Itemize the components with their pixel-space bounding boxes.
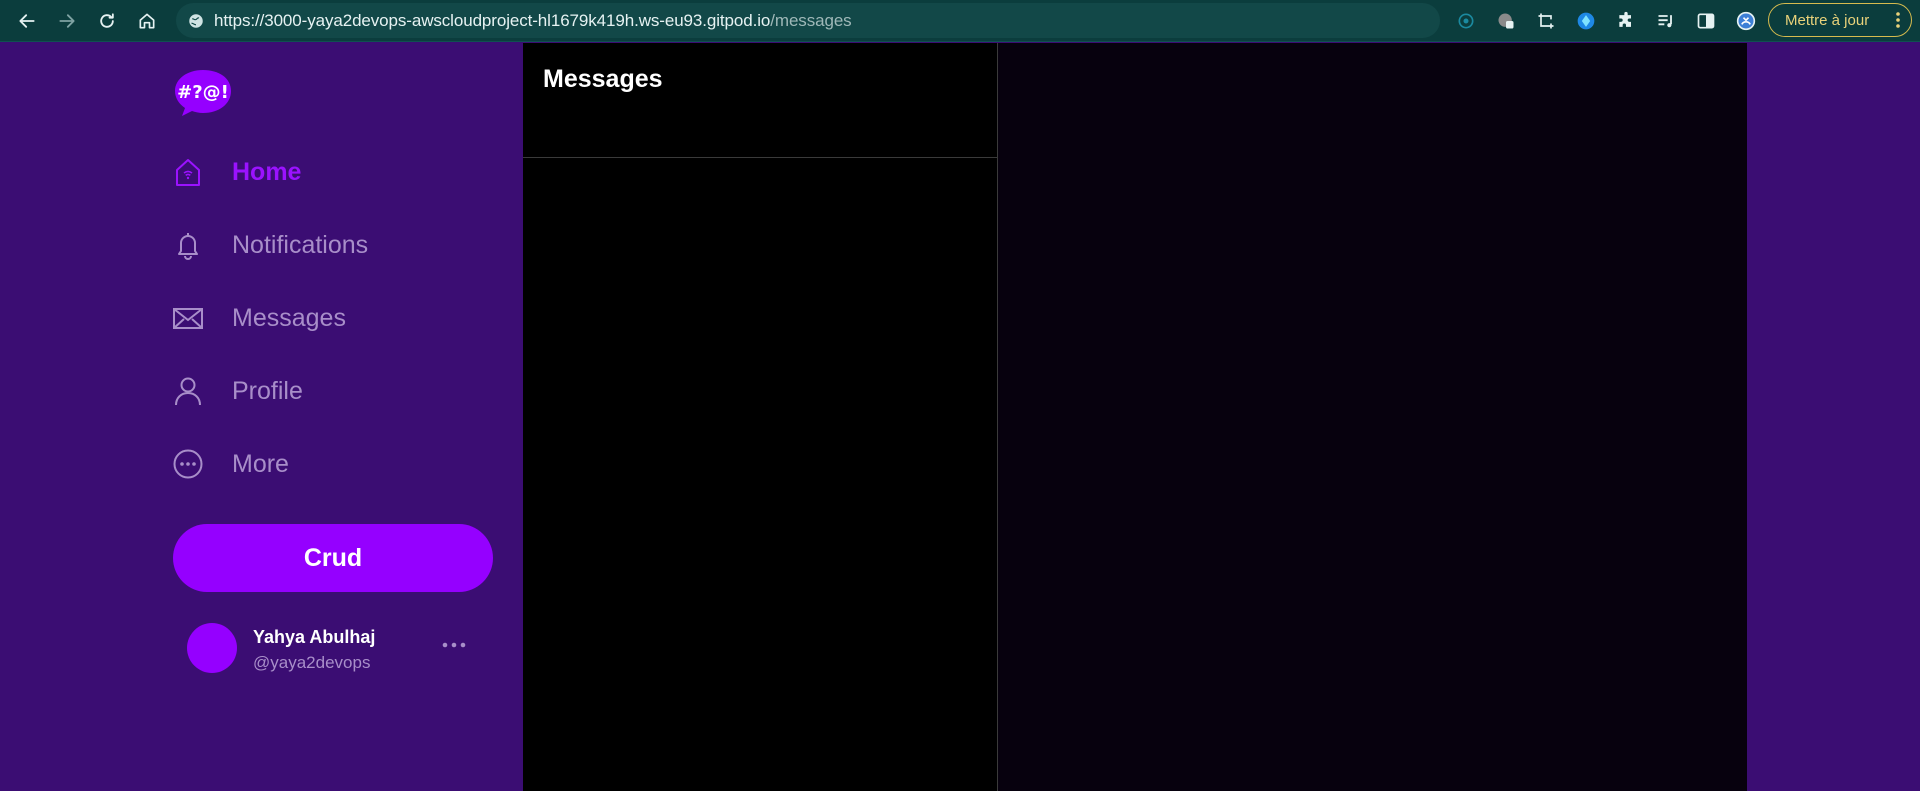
conversation-panel bbox=[998, 43, 1747, 791]
reload-button[interactable] bbox=[92, 6, 122, 36]
message-groups-panel: Messages bbox=[523, 43, 998, 791]
address-bar[interactable]: https://3000-yaya2devops-awscloudproject… bbox=[176, 3, 1440, 38]
arrow-right-icon bbox=[59, 14, 75, 28]
user-handle: @yaya2devops bbox=[253, 653, 371, 672]
extension-2-icon[interactable] bbox=[1492, 7, 1520, 35]
sidebar-item-label: Profile bbox=[232, 376, 303, 405]
sidebar-item-label: Messages bbox=[232, 303, 346, 332]
media-queue-icon[interactable] bbox=[1652, 7, 1680, 35]
extension-diamond-icon[interactable] bbox=[1572, 7, 1600, 35]
crud-button[interactable]: Crud bbox=[173, 524, 493, 592]
app-logo[interactable]: #?@! bbox=[172, 68, 234, 118]
home-icon bbox=[170, 154, 206, 190]
left-sidebar: #?@! Home Notifications Messages Profile… bbox=[0, 43, 523, 791]
sidebar-item-label: Home bbox=[232, 157, 302, 186]
sidebar-item-home[interactable]: Home bbox=[170, 147, 301, 197]
back-button[interactable] bbox=[12, 6, 42, 36]
user-icon bbox=[170, 373, 206, 409]
home-button[interactable] bbox=[132, 6, 162, 36]
arrow-left-icon bbox=[19, 14, 35, 28]
user-display-name: Yahya Abulhaj bbox=[253, 627, 376, 647]
right-gutter bbox=[1747, 43, 1920, 791]
logo-text: #?@! bbox=[177, 82, 229, 103]
extension-1-icon[interactable] bbox=[1452, 7, 1480, 35]
sidebar-item-label: More bbox=[232, 449, 289, 478]
side-panel-icon[interactable] bbox=[1692, 7, 1720, 35]
forward-button[interactable] bbox=[52, 6, 82, 36]
envelope-icon bbox=[170, 300, 206, 336]
avatar[interactable] bbox=[187, 623, 237, 673]
user-card[interactable]: Yahya Abulhaj @yaya2devops bbox=[187, 623, 487, 683]
reload-icon bbox=[100, 13, 114, 28]
bell-icon bbox=[170, 227, 206, 263]
sidebar-item-messages[interactable]: Messages bbox=[170, 293, 346, 343]
browser-toolbar: https://3000-yaya2devops-awscloudproject… bbox=[0, 0, 1920, 42]
messages-header: Messages bbox=[523, 43, 998, 158]
page-title: Messages bbox=[543, 65, 663, 93]
sidebar-item-profile[interactable]: Profile bbox=[170, 366, 303, 416]
extensions-puzzle-icon[interactable] bbox=[1612, 7, 1640, 35]
sidebar-item-notifications[interactable]: Notifications bbox=[170, 220, 368, 270]
more-dots-icon[interactable] bbox=[440, 635, 470, 655]
screenshot-crop-icon[interactable] bbox=[1532, 7, 1560, 35]
url-host: https://3000-yaya2devops-awscloudproject… bbox=[214, 10, 771, 30]
site-info-icon[interactable] bbox=[186, 11, 206, 31]
url-path: /messages bbox=[770, 10, 852, 30]
kebab-menu-icon[interactable] bbox=[1895, 11, 1901, 29]
sidebar-item-more[interactable]: More bbox=[170, 439, 289, 489]
update-browser-button[interactable]: Mettre à jour bbox=[1768, 3, 1912, 37]
update-label: Mettre à jour bbox=[1785, 11, 1870, 29]
sidebar-item-label: Notifications bbox=[232, 230, 369, 259]
browser-home-icon bbox=[139, 13, 155, 29]
url-text: https://3000-yaya2devops-awscloudproject… bbox=[214, 11, 852, 31]
profile-avatar-icon[interactable] bbox=[1732, 7, 1760, 35]
more-circle-icon bbox=[170, 446, 206, 482]
speech-bubble-logo-icon: #?@! bbox=[175, 70, 231, 116]
